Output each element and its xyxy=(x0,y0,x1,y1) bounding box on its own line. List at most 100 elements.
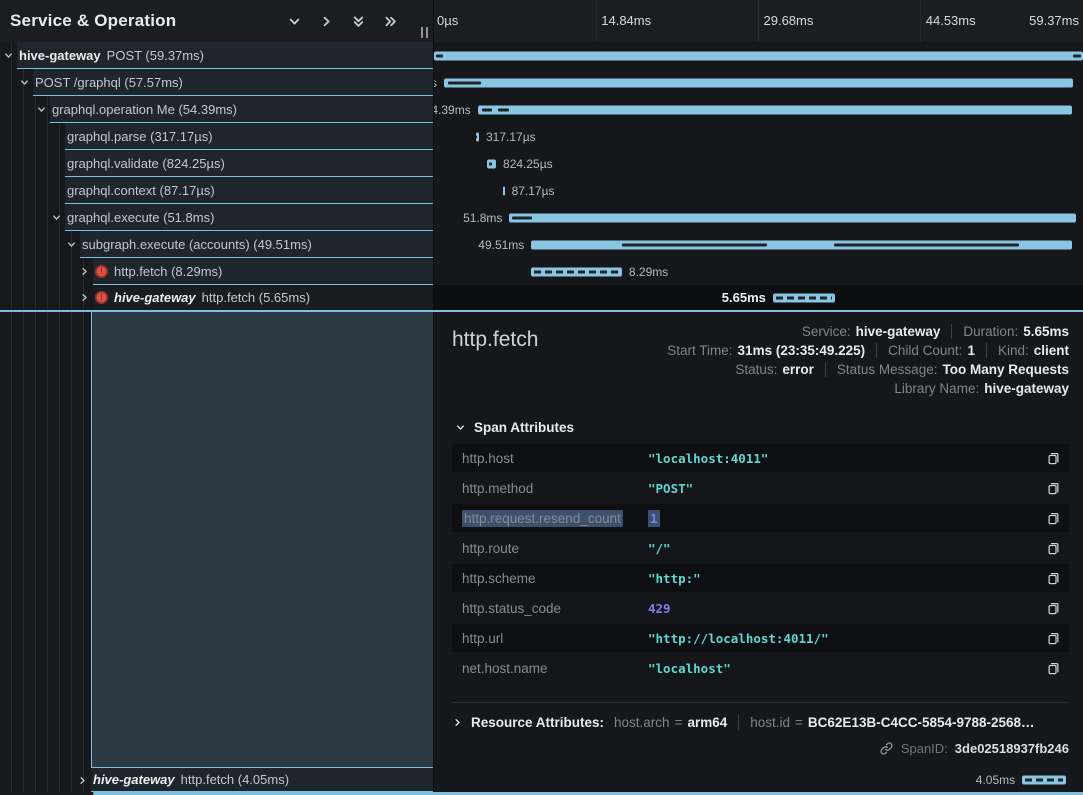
chevron-right-icon[interactable] xyxy=(78,258,90,285)
span-bar[interactable] xyxy=(531,267,622,276)
collapse-all-button[interactable] xyxy=(349,12,367,30)
span-bar[interactable] xyxy=(509,213,1075,222)
chevron-down-icon xyxy=(287,14,302,29)
span-bar[interactable] xyxy=(444,78,1073,87)
span-duration-label: 57.57ms xyxy=(434,69,444,96)
span-tree-cell[interactable]: graphql.execute (51.8ms) xyxy=(0,204,434,231)
double-chevron-down-icon xyxy=(351,14,366,29)
span-row: subgraph.execute (accounts) (49.51ms)49.… xyxy=(0,231,1083,258)
span-timeline-cell[interactable]: 87.17µs xyxy=(434,177,1083,204)
copy-button[interactable] xyxy=(1041,656,1065,680)
service-name: hive-gateway xyxy=(93,772,175,787)
span-row: POST /graphql (57.57ms)57.57ms xyxy=(0,69,1083,96)
span-tree-cell[interactable]: graphql.context (87.17µs) xyxy=(0,177,434,204)
chevron-down-icon[interactable] xyxy=(35,96,47,123)
span-tree-cell[interactable]: hive-gatewayPOST (59.37ms) xyxy=(0,42,434,69)
span-tree-cell[interactable]: subgraph.execute (accounts) (49.51ms) xyxy=(0,231,434,258)
span-tree-cell[interactable]: graphql.validate (824.25µs) xyxy=(0,150,434,177)
span-tree-cell[interactable]: graphql.parse (317.17µs) xyxy=(0,123,434,150)
span-timeline-cell[interactable]: 4.05ms xyxy=(434,768,1083,792)
attribute-key: http.route xyxy=(462,541,648,556)
chevron-down-icon[interactable] xyxy=(2,42,14,69)
chevron-down-icon[interactable] xyxy=(50,204,62,231)
resource-value: BC62E13B-C4CC-5854-9788-2568… xyxy=(808,715,1035,730)
span-row-content[interactable]: hive-gatewayhttp.fetch (4.05ms) xyxy=(91,768,433,792)
attribute-value-text: "http:" xyxy=(648,571,701,586)
span-timeline-cell[interactable]: 317.17µs xyxy=(434,123,1083,150)
span-timeline-cell[interactable]: 49.51ms xyxy=(434,231,1083,258)
span-tree-cell[interactable]: !http.fetch (8.29ms) xyxy=(0,258,434,285)
span-bar[interactable] xyxy=(487,159,496,168)
collapse-one-button[interactable] xyxy=(285,12,303,30)
meta-label: Status: xyxy=(735,362,777,377)
span-row-content[interactable]: !http.fetch (8.29ms) xyxy=(93,258,433,285)
span-bar[interactable] xyxy=(503,186,504,195)
span-bar[interactable] xyxy=(1022,776,1066,785)
meta-label: Duration: xyxy=(963,324,1018,339)
meta-value: Too Many Requests xyxy=(942,362,1069,377)
span-bar[interactable] xyxy=(434,51,1083,60)
span-bar[interactable] xyxy=(773,293,835,302)
span-tree-cell[interactable]: graphql.operation Me (54.39ms) xyxy=(0,96,434,123)
copy-button[interactable] xyxy=(1041,626,1065,650)
copy-button[interactable] xyxy=(1041,596,1065,620)
span-timeline-cell[interactable]: 59.37ms xyxy=(434,42,1083,69)
span-row-content[interactable]: subgraph.execute (accounts) (49.51ms) xyxy=(80,231,433,258)
span-row-content[interactable]: hive-gatewayPOST (59.37ms) xyxy=(17,42,433,69)
span-row-content[interactable]: graphql.context (87.17µs) xyxy=(65,177,433,204)
resource-attributes-toggle[interactable]: Resource Attributes: host.arch=arm64host… xyxy=(452,710,1069,734)
span-bar[interactable] xyxy=(476,132,479,141)
span-tree-cell[interactable]: hive-gatewayhttp.fetch (4.05ms) xyxy=(0,768,434,792)
span-row-content[interactable]: graphql.parse (317.17µs) xyxy=(65,123,433,150)
attribute-value-text: "http://localhost:4011/" xyxy=(648,631,829,646)
chevron-right-icon[interactable] xyxy=(78,285,90,310)
span-row-content[interactable]: graphql.operation Me (54.39ms) xyxy=(50,96,433,123)
span-timeline-cell[interactable]: 54.39ms xyxy=(434,96,1083,123)
copy-button[interactable] xyxy=(1041,446,1065,470)
span-tree-cell[interactable]: !hive-gatewayhttp.fetch (5.65ms) xyxy=(0,285,434,310)
span-bar[interactable] xyxy=(531,240,1072,249)
span-attributes-toggle[interactable]: Span Attributes xyxy=(455,420,1069,435)
timeline-tick-label: 14.84ms xyxy=(601,0,651,42)
resource-value: arm64 xyxy=(687,715,727,730)
span-row: hive-gatewayPOST (59.37ms)59.37ms xyxy=(0,42,1083,69)
copy-icon xyxy=(1046,480,1061,496)
span-timeline-cell[interactable]: 8.29ms xyxy=(434,258,1083,285)
span-row: graphql.parse (317.17µs)317.17µs xyxy=(0,123,1083,150)
operation-name: graphql.context (87.17µs) xyxy=(67,183,215,198)
span-row: !http.fetch (8.29ms) 8.29ms xyxy=(0,258,1083,285)
span-meta-line: Status:errorStatus Message:Too Many Requ… xyxy=(735,362,1069,377)
span-timeline-cell[interactable]: 5.65ms xyxy=(434,285,1083,310)
span-duration-label: 5.65ms xyxy=(722,285,773,310)
span-row-content[interactable]: POST /graphql (57.57ms) xyxy=(33,69,433,96)
copy-button[interactable] xyxy=(1041,536,1065,560)
copy-button[interactable] xyxy=(1041,476,1065,500)
copy-button[interactable] xyxy=(1041,506,1065,530)
span-bar[interactable] xyxy=(478,105,1073,114)
span-duration-label: 8.29ms xyxy=(622,258,668,285)
resource-key: host.arch xyxy=(614,715,670,730)
chevron-down-icon[interactable] xyxy=(65,231,77,258)
double-chevron-right-icon xyxy=(383,14,398,29)
copy-button[interactable] xyxy=(1041,566,1065,590)
meta-divider xyxy=(825,362,826,377)
attribute-value-text: 429 xyxy=(648,601,671,616)
link-icon[interactable] xyxy=(879,741,894,756)
span-attributes-table: http.host"localhost:4011"http.method"POS… xyxy=(452,444,1069,682)
span-tree-cell[interactable]: POST /graphql (57.57ms) xyxy=(0,69,434,96)
span-timeline-cell[interactable]: 824.25µs xyxy=(434,150,1083,177)
meta-divider xyxy=(986,343,987,358)
panel-resize-handle[interactable] xyxy=(421,27,428,38)
tree-panel-header: Service & Operation xyxy=(0,0,434,42)
span-row-content[interactable]: !hive-gatewayhttp.fetch (5.65ms) xyxy=(93,285,433,310)
span-row-content[interactable]: graphql.execute (51.8ms) xyxy=(65,204,433,231)
span-timeline-cell[interactable]: 51.8ms xyxy=(434,204,1083,231)
expand-all-button[interactable] xyxy=(381,12,399,30)
expand-one-button[interactable] xyxy=(317,12,335,30)
chevron-right-icon[interactable] xyxy=(76,768,88,792)
chevron-down-icon[interactable] xyxy=(18,69,30,96)
span-timeline-cell[interactable]: 57.57ms xyxy=(434,69,1083,96)
span-row-content[interactable]: graphql.validate (824.25µs) xyxy=(65,150,433,177)
child-span-mark xyxy=(482,108,492,111)
meta-value: 1 xyxy=(967,343,975,358)
